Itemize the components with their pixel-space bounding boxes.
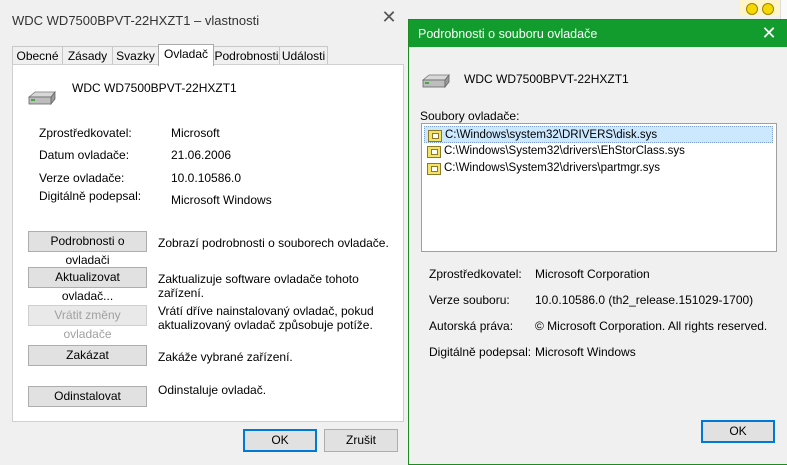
- update-driver-description: Zaktualizuje software ovladače tohoto za…: [158, 272, 359, 300]
- driver-file-icon: [427, 163, 441, 175]
- driver-files-label: Soubory ovladače:: [420, 109, 520, 123]
- file-version-label: Verze souboru:: [429, 293, 510, 307]
- tab-general[interactable]: Obecné: [12, 46, 63, 65]
- driver-details-button[interactable]: Podrobnosti o ovladači: [28, 231, 147, 267]
- device-name: WDC WD7500BPVT-22HXZT1: [72, 81, 237, 95]
- ok-button[interactable]: OK: [243, 429, 317, 452]
- copyright-label: Autorská práva:: [429, 319, 514, 333]
- close-icon[interactable]: ✕: [759, 23, 779, 43]
- smiley-icon: [762, 3, 774, 15]
- driver-file-icon: [427, 146, 441, 158]
- tab-volumes[interactable]: Svazky: [112, 46, 159, 65]
- disable-device-button[interactable]: Zakázat: [28, 345, 147, 366]
- file-provider-value: Microsoft Corporation: [535, 267, 650, 281]
- driver-tab-panel: WDC WD7500BPVT-22HXZT1 Zprostředkovatel:…: [12, 64, 404, 422]
- device-properties-window: WDC WD7500BPVT-22HXZT1 – vlastnosti ✕ Ob…: [0, 0, 408, 463]
- roll-back-description-line2: aktualizovaný ovladač způsobuje potíže.: [158, 318, 373, 332]
- close-icon[interactable]: ✕: [379, 7, 399, 27]
- file-path: C:\Windows\System32\drivers\EhStorClass.…: [444, 145, 685, 157]
- digital-signer-value: Microsoft Windows: [171, 193, 272, 207]
- driver-files-list[interactable]: C:\Windows\system32\DRIVERS\disk.sys C:\…: [421, 123, 777, 252]
- driver-file-icon: [428, 130, 442, 142]
- tab-events[interactable]: Události: [279, 46, 328, 65]
- digital-signer-label: Digitálně podepsal:: [39, 189, 142, 203]
- driver-file-details-dialog: Podrobnosti o souboru ovladače ✕ WDC WD7…: [408, 19, 787, 465]
- provider-label: Zprostředkovatel:: [39, 126, 132, 140]
- tab-details[interactable]: Podrobnosti: [213, 46, 280, 65]
- list-item[interactable]: C:\Windows\System32\drivers\EhStorClass.…: [424, 143, 773, 160]
- smiley-icon: [746, 3, 758, 15]
- list-item[interactable]: C:\Windows\system32\DRIVERS\disk.sys: [424, 126, 773, 143]
- hard-disk-icon: [421, 73, 450, 89]
- roll-back-description-line1: Vrátí dříve nainstalovaný ovladač, pokud: [158, 304, 374, 318]
- copyright-value: © Microsoft Corporation. All rights rese…: [535, 319, 768, 333]
- dialog-title: Podrobnosti o souboru ovladače: [418, 27, 598, 41]
- list-item[interactable]: C:\Windows\System32\drivers\partmgr.sys: [424, 160, 773, 177]
- disable-device-description: Zakáže vybrané zařízení.: [158, 350, 293, 364]
- file-version-value: 10.0.10586.0 (th2_release.151029-1700): [535, 293, 754, 307]
- hard-disk-icon: [27, 90, 56, 106]
- uninstall-driver-description: Odinstaluje ovladač.: [158, 383, 267, 397]
- tab-driver[interactable]: Ovladač: [158, 44, 214, 66]
- file-path: C:\Windows\system32\DRIVERS\disk.sys: [445, 129, 658, 141]
- cancel-button[interactable]: Zrušit: [324, 429, 398, 452]
- driver-details-description: Zobrazí podrobnosti o souborech ovladače…: [158, 236, 389, 250]
- roll-back-driver-button[interactable]: Vrátit změny ovladače: [28, 305, 147, 341]
- file-path: C:\Windows\System32\drivers\partmgr.sys: [444, 162, 661, 174]
- driver-date-value: 21.06.2006: [171, 148, 232, 162]
- dialog-titlebar: Podrobnosti o souboru ovladače ✕: [409, 20, 787, 47]
- file-provider-label: Zprostředkovatel:: [429, 267, 522, 281]
- update-driver-button[interactable]: Aktualizovat ovladač...: [28, 267, 147, 303]
- driver-version-label: Verze ovladače:: [39, 171, 125, 185]
- driver-version-value: 10.0.10586.0: [171, 171, 242, 185]
- dialog-ok-button[interactable]: OK: [701, 420, 775, 443]
- file-signer-label: Digitálně podepsal:: [429, 345, 532, 359]
- window-title: WDC WD7500BPVT-22HXZT1 – vlastnosti: [12, 13, 260, 28]
- tab-policies[interactable]: Zásady: [62, 46, 113, 65]
- driver-date-label: Datum ovladače:: [39, 148, 130, 162]
- provider-value: Microsoft: [171, 126, 220, 140]
- uninstall-driver-button[interactable]: Odinstalovat: [28, 386, 147, 407]
- file-signer-value: Microsoft Windows: [535, 345, 636, 359]
- device-name: WDC WD7500BPVT-22HXZT1: [464, 72, 629, 86]
